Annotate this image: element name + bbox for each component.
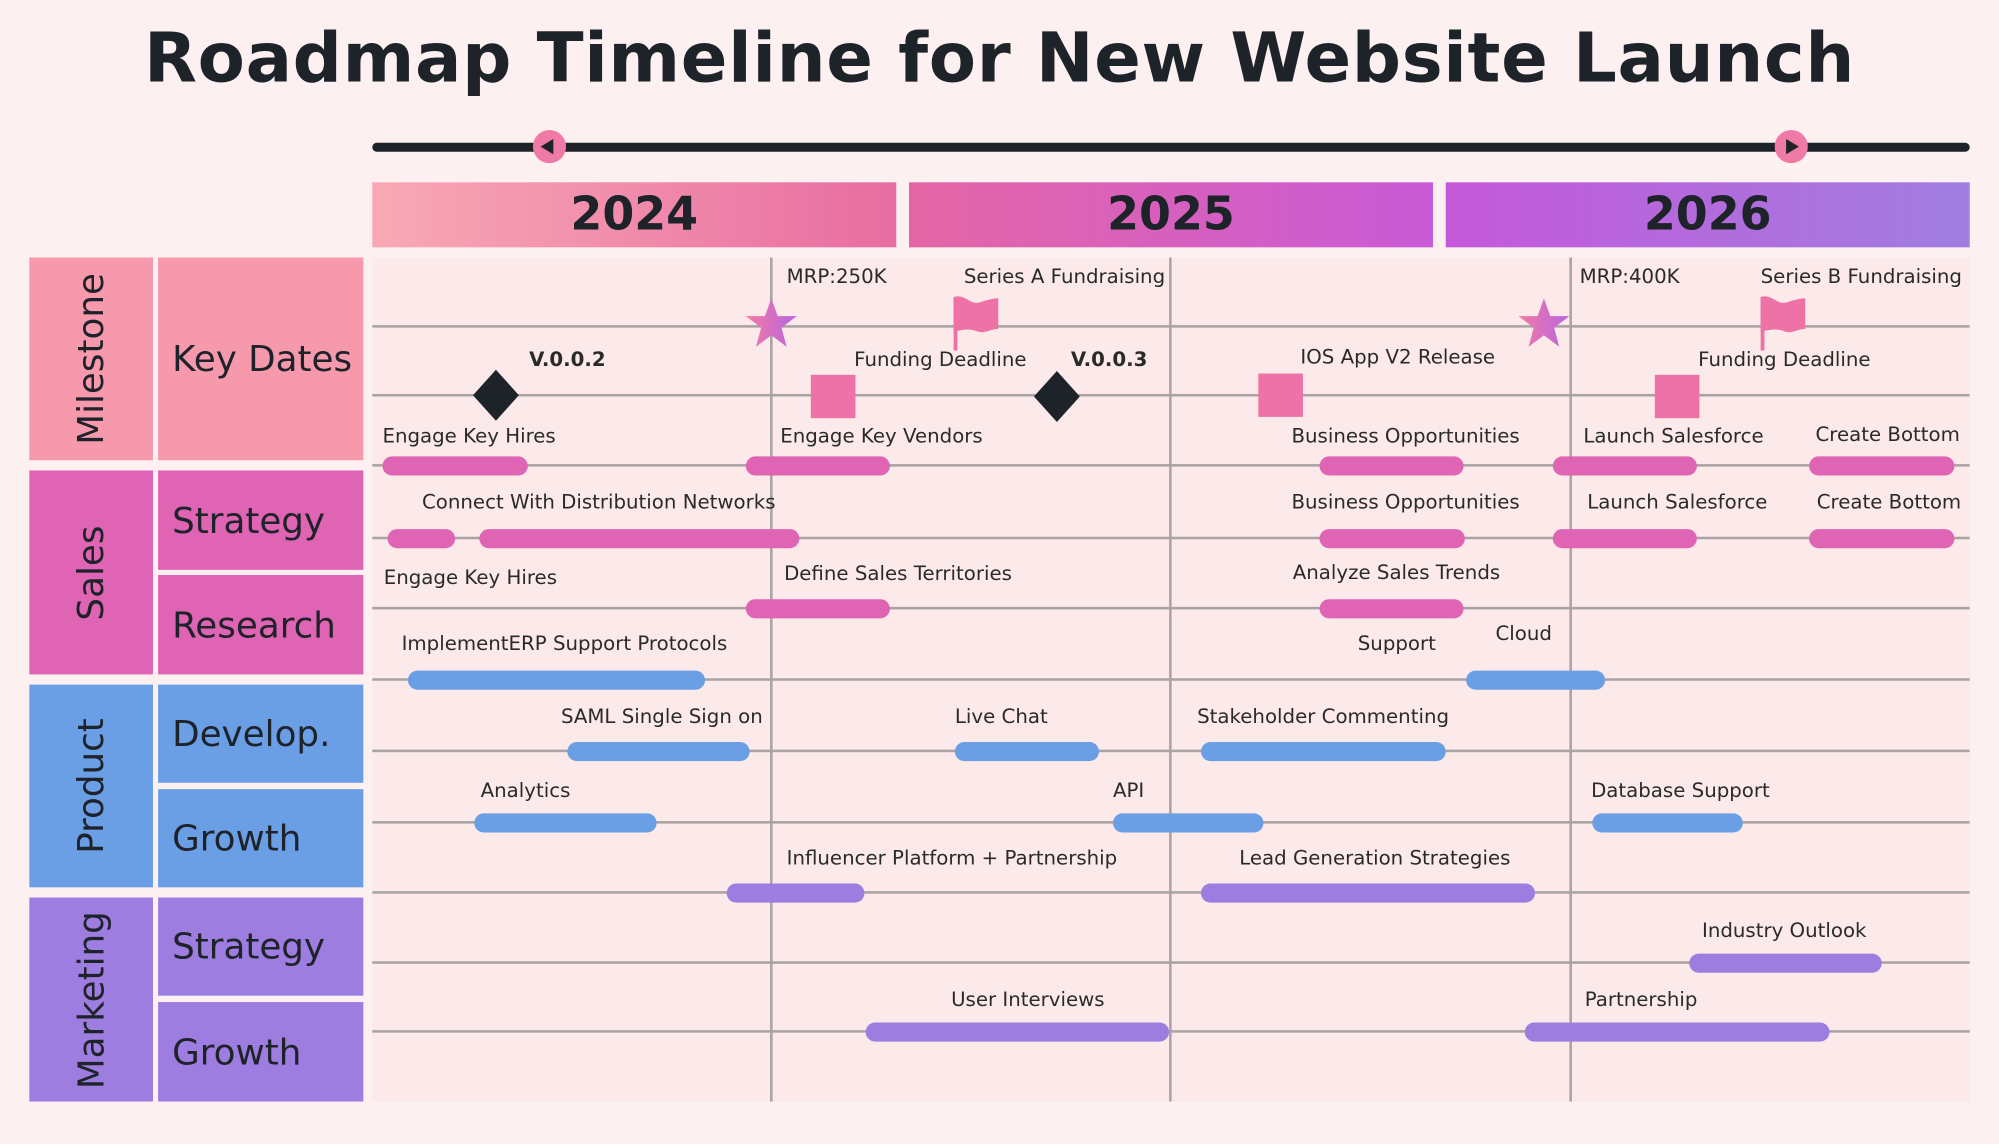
square-marker-icon <box>1258 373 1303 417</box>
task-bar[interactable] <box>1112 813 1264 833</box>
task-bar[interactable] <box>382 456 528 476</box>
milestone-label: Funding Deadline <box>1698 348 1871 371</box>
category-product: Product <box>29 684 153 888</box>
milestone-label: V.0.0.2 <box>529 348 606 371</box>
category-sales: Sales <box>29 470 153 675</box>
subcategory-product-growth: Growth <box>158 789 364 888</box>
subcategory-marketing-growth: Growth <box>158 1002 364 1102</box>
task-label: Lead Generation Strategies <box>1239 846 1511 870</box>
play-right-icon <box>1786 138 1799 155</box>
task-bar[interactable] <box>567 741 750 762</box>
slider-left-handle[interactable] <box>532 130 567 164</box>
task-label: Define Sales Territories <box>784 562 1012 586</box>
task-bar[interactable] <box>474 813 657 833</box>
task-label: Support <box>1357 632 1436 656</box>
task-bar[interactable] <box>1200 883 1535 903</box>
grid-column-line <box>770 257 773 1102</box>
task-bar[interactable] <box>1200 741 1446 762</box>
task-label: API <box>1112 778 1145 802</box>
task-bar[interactable] <box>745 599 890 619</box>
task-bar[interactable] <box>1809 456 1955 476</box>
subcategory-sales-strategy: Strategy <box>158 470 364 570</box>
flag-icon <box>1759 296 1810 352</box>
milestone-label: Series A Fundraising <box>963 265 1166 289</box>
milestone-label: IOS App V2 Release <box>1300 345 1496 369</box>
category-label: Marketing <box>70 910 113 1089</box>
task-label: Create Bottom <box>1816 490 1962 514</box>
task-label: Cloud <box>1495 622 1552 646</box>
task-label: Engage Key Vendors <box>780 424 983 448</box>
task-label: Partnership <box>1584 988 1698 1011</box>
task-bar[interactable] <box>954 741 1099 762</box>
category-label: Milestone <box>70 273 113 445</box>
task-label: Business Opportunities <box>1291 490 1520 514</box>
roadmap-canvas: Roadmap Timeline for New Website Launch … <box>0 0 1999 1144</box>
task-label: Industry Outlook <box>1701 919 1867 943</box>
milestone-label: Funding Deadline <box>854 348 1027 371</box>
category-label: Sales <box>70 524 113 620</box>
task-bar[interactable] <box>387 529 456 549</box>
task-bar[interactable] <box>1524 1022 1830 1042</box>
task-bar[interactable] <box>1689 953 1882 973</box>
task-label: Analytics <box>480 778 571 802</box>
task-bar[interactable] <box>726 883 865 903</box>
diamond-icon <box>472 369 519 421</box>
grid-column-line <box>1169 257 1172 1102</box>
page-title: Roadmap Timeline for New Website Launch <box>144 17 1856 99</box>
milestone-label: V.0.0.3 <box>1070 348 1148 371</box>
square-marker-icon <box>810 374 856 419</box>
timeline-slider-track[interactable] <box>372 142 1970 152</box>
square-marker-icon <box>1654 374 1700 419</box>
task-label: Launch Salesforce <box>1587 490 1768 514</box>
category-marketing: Marketing <box>29 897 153 1102</box>
task-label: Stakeholder Commenting <box>1197 705 1450 728</box>
task-label: Engage Key Hires <box>382 424 556 448</box>
play-left-icon <box>540 138 554 155</box>
slider-right-handle[interactable] <box>1774 130 1808 164</box>
subcategory-marketing-strategy: Strategy <box>158 897 364 996</box>
task-bar[interactable] <box>745 456 890 476</box>
task-label: Engage Key Hires <box>383 566 557 590</box>
task-label: Launch Salesforce <box>1583 424 1764 448</box>
task-label: Business Opportunities <box>1291 424 1520 448</box>
task-label: User Interviews <box>951 988 1105 1011</box>
task-bar[interactable] <box>1466 670 1606 690</box>
task-bar[interactable] <box>1319 529 1465 549</box>
task-label: Create Bottom <box>1815 423 1960 447</box>
subcategory-product-develop: Develop. <box>158 684 364 783</box>
task-bar[interactable] <box>1809 529 1955 549</box>
milestone-label: Series B Fundraising <box>1760 265 1962 289</box>
task-bar[interactable] <box>1552 456 1697 476</box>
subcategory-key-dates: Key Dates <box>158 257 364 461</box>
year-header-2026: 2026 <box>1445 182 1970 248</box>
task-bar[interactable] <box>479 529 800 549</box>
task-bar[interactable] <box>1319 599 1464 619</box>
year-header-2024: 2024 <box>372 182 897 248</box>
task-bar[interactable] <box>1592 813 1743 833</box>
task-bar[interactable] <box>1552 529 1697 549</box>
task-label: SAML Single Sign on <box>560 705 763 728</box>
task-label: Influencer Platform + Partnership <box>786 846 1118 870</box>
task-bar[interactable] <box>865 1022 1170 1042</box>
milestone-label: MRP:400K <box>1579 265 1680 289</box>
task-bar[interactable] <box>1319 456 1464 476</box>
star-icon <box>743 296 799 352</box>
star-icon <box>1516 296 1572 352</box>
task-bar[interactable] <box>407 670 706 690</box>
subcategory-sales-research: Research <box>158 574 364 675</box>
year-header-2025: 2025 <box>909 182 1433 248</box>
task-label: Analyze Sales Trends <box>1292 560 1501 584</box>
task-label: ImplementERP Support Protocols <box>401 632 728 656</box>
task-label: Database Support <box>1591 778 1770 802</box>
flag-icon <box>952 296 1003 352</box>
task-label: Live Chat <box>954 705 1048 728</box>
milestone-label: MRP:250K <box>786 265 887 289</box>
category-milestone: Milestone <box>29 257 153 461</box>
task-label: Connect With Distribution Networks <box>421 490 776 514</box>
diamond-icon <box>1033 370 1080 422</box>
category-label: Product <box>70 718 113 854</box>
